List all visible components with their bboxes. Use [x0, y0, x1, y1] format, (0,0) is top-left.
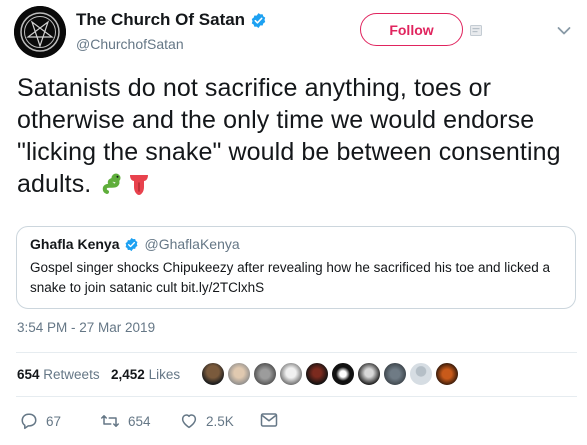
retweets-label: Retweets: [43, 367, 100, 382]
liker-avatar[interactable]: [357, 362, 381, 386]
retweets-count: 654: [17, 367, 40, 382]
tongue-emoji-icon: [128, 172, 150, 204]
tweet-actions: 67 654 2.5K: [20, 410, 580, 434]
handle[interactable]: @ChurchofSatan: [76, 36, 267, 52]
liker-avatar[interactable]: [279, 362, 303, 386]
chevron-down-icon[interactable]: [557, 26, 571, 36]
like-button[interactable]: 2.5K: [180, 412, 234, 430]
display-name-row: The Church Of Satan: [76, 10, 267, 30]
message-button[interactable]: [260, 412, 278, 428]
liker-avatar[interactable]: [201, 362, 225, 386]
liker-avatar[interactable]: [383, 362, 407, 386]
retweets-stat[interactable]: 654 Retweets: [17, 367, 100, 382]
retweet-button[interactable]: 654: [100, 412, 151, 430]
quoted-handle: @GhaflaKenya: [144, 236, 240, 252]
quoted-tweet-header: Ghafla Kenya @GhaflaKenya: [30, 236, 562, 252]
like-count: 2.5K: [206, 413, 234, 429]
retweet-count: 654: [128, 413, 151, 429]
quoted-text: Gospel singer shocks Chipukeezy after re…: [30, 260, 551, 295]
tweet-header: The Church Of Satan @ChurchofSatan Follo…: [14, 4, 574, 64]
divider: [16, 396, 577, 397]
quoted-display-name: Ghafla Kenya: [30, 236, 120, 252]
likes-count: 2,452: [111, 367, 145, 382]
liker-avatar[interactable]: [227, 362, 251, 386]
follow-button[interactable]: Follow: [360, 13, 463, 46]
retweet-icon: [101, 415, 119, 427]
likes-stat[interactable]: 2,452 Likes: [111, 367, 180, 382]
liker-avatar[interactable]: [305, 362, 329, 386]
avatar[interactable]: [14, 6, 66, 58]
envelope-icon: [260, 413, 278, 427]
heart-icon: [181, 414, 197, 429]
liker-avatar[interactable]: [409, 362, 433, 386]
display-name[interactable]: The Church Of Satan: [76, 10, 245, 30]
reply-button[interactable]: 67: [20, 412, 61, 430]
sigil-icon: [14, 6, 66, 58]
tweet-body: Satanists do not sacrifice anything, toe…: [17, 72, 577, 204]
tweet-text: Satanists do not sacrifice anything, toe…: [17, 74, 561, 198]
verified-badge-icon: [251, 12, 266, 28]
reply-count: 67: [46, 413, 62, 429]
liker-avatar[interactable]: [253, 362, 277, 386]
follow-badge-icon: [470, 25, 482, 36]
snake-emoji-icon: [102, 172, 124, 204]
liker-avatar[interactable]: [435, 362, 459, 386]
divider: [16, 352, 577, 353]
engagement-stats: 654 Retweets 2,452 Likes: [17, 358, 577, 392]
quoted-tweet[interactable]: Ghafla Kenya @GhaflaKenya Gospel singer …: [16, 226, 576, 309]
liker-avatar[interactable]: [331, 362, 355, 386]
likes-label: Likes: [148, 367, 181, 382]
verified-badge-icon: [126, 237, 138, 251]
reply-icon: [21, 413, 37, 430]
timestamp[interactable]: 3:54 PM - 27 Mar 2019: [17, 320, 155, 335]
